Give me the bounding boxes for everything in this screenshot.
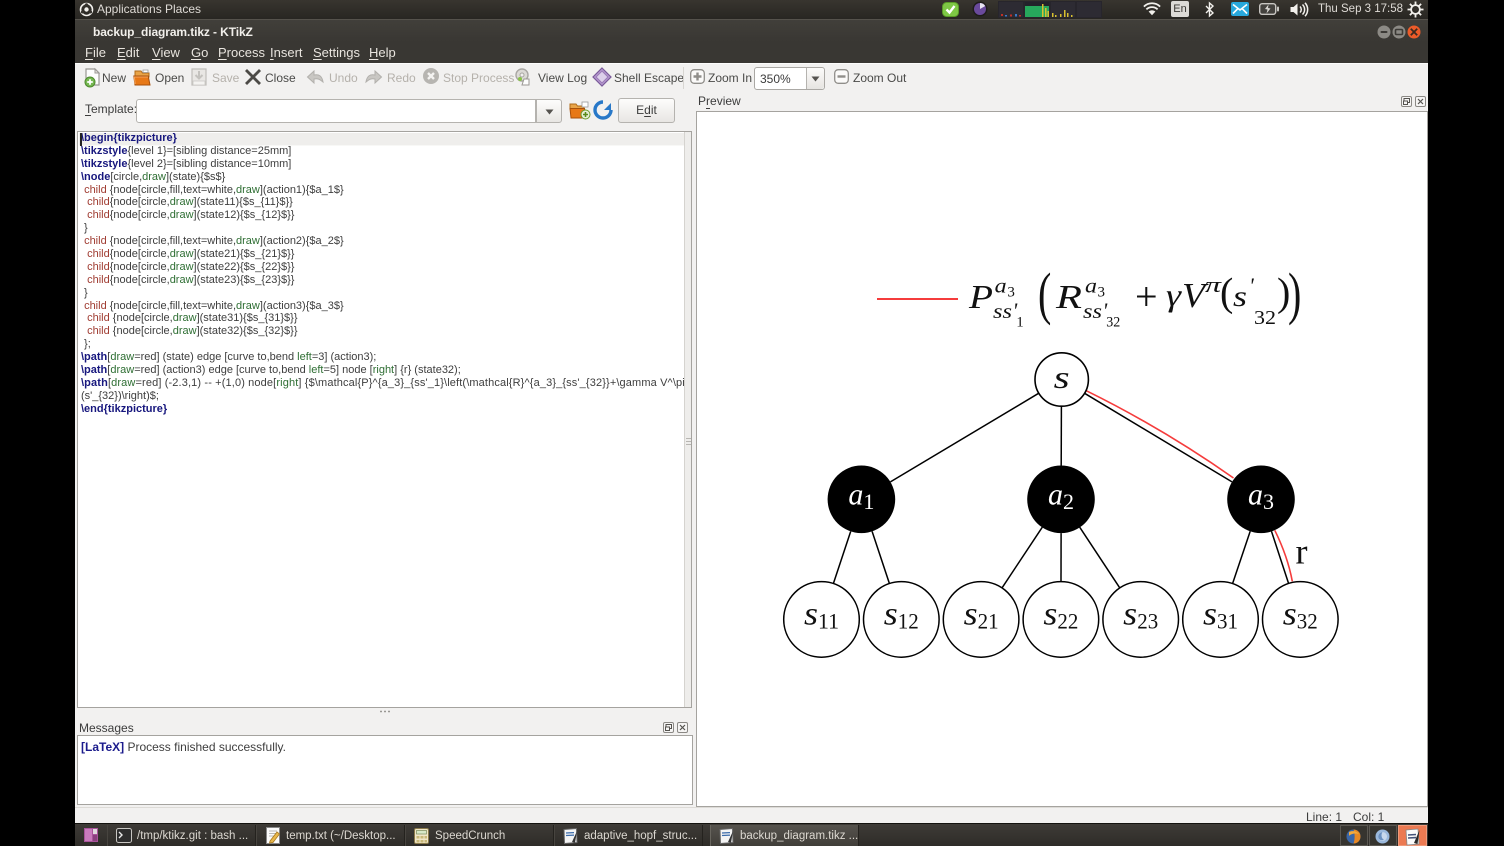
svg-text:a: a	[995, 276, 1007, 298]
svg-text:ss: ss	[993, 301, 1012, 323]
svg-text:ss: ss	[1083, 301, 1102, 323]
svg-text:s: s	[1054, 359, 1070, 395]
svg-text:32: 32	[1254, 307, 1276, 329]
svg-text:a: a	[1085, 276, 1097, 298]
svg-text:32: 32	[1106, 315, 1120, 331]
svg-text:γ: γ	[1166, 277, 1183, 313]
svg-text:': '	[1249, 273, 1254, 298]
svg-text:+: +	[1135, 274, 1158, 319]
svg-text:1: 1	[1016, 315, 1024, 331]
svg-text:P: P	[968, 279, 993, 316]
svg-text:(: (	[1220, 270, 1233, 315]
svg-text:R: R	[1055, 279, 1083, 316]
svg-text:(: (	[1038, 262, 1051, 326]
svg-text:r: r	[1296, 532, 1308, 572]
svg-text:): )	[1288, 262, 1301, 326]
svg-text:s: s	[1233, 280, 1247, 313]
